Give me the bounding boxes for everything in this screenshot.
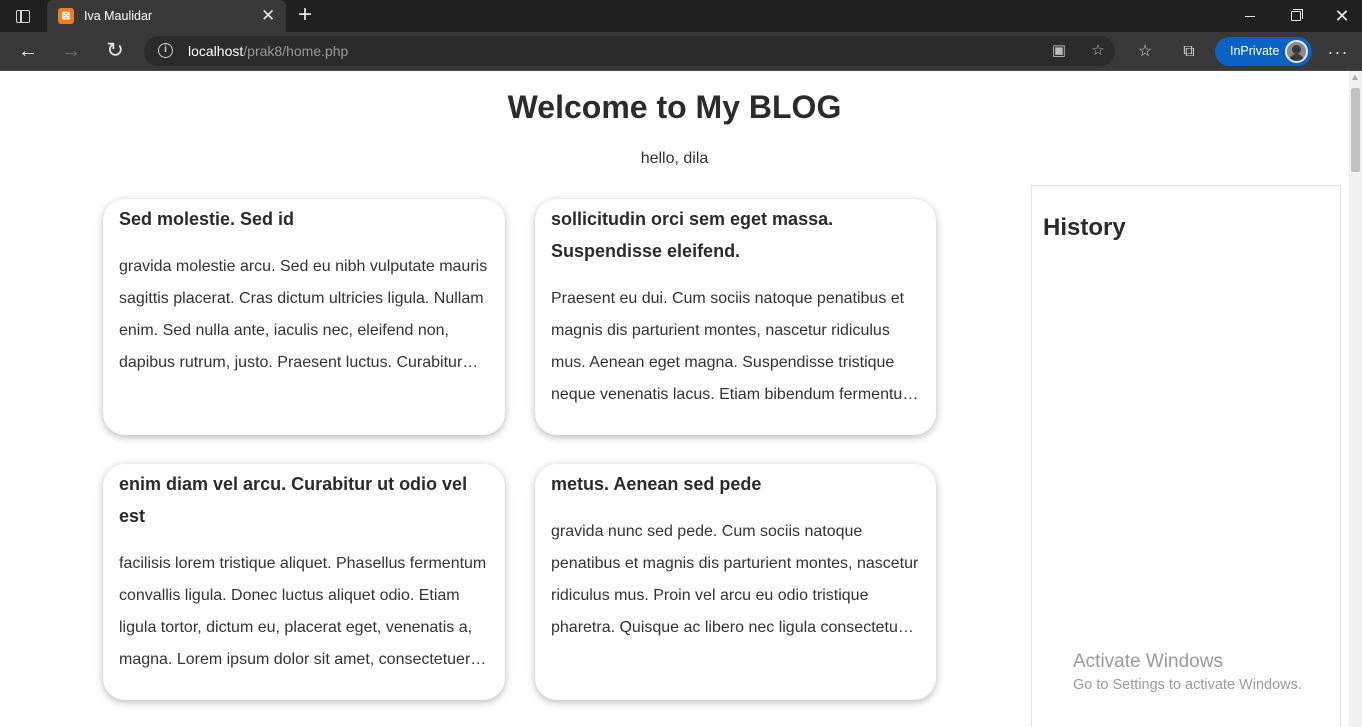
window-minimize-button[interactable] [1227, 0, 1273, 32]
post-excerpt: Praesent eu dui. Cum sociis natoque pena… [551, 290, 919, 403]
blog-post-card[interactable]: Sed molestie. Sed id gravida molestie ar… [103, 199, 505, 435]
url-host: localhost [188, 43, 244, 59]
history-title: History [1043, 214, 1126, 241]
greeting-text: hello, dila [640, 150, 709, 167]
forward-arrow-icon[interactable]: → [57, 38, 85, 64]
post-excerpt: gravida nunc sed pede. Cum sociis natoqu… [551, 523, 919, 636]
blog-post-card[interactable]: enim diam vel arcu. Curabitur ut odio ve… [103, 464, 505, 700]
page-viewport: Welcome to My BLOG hello, dila Sed moles… [0, 71, 1349, 727]
post-excerpt: gravida molestie arcu. Sed eu nibh vulpu… [119, 258, 488, 371]
post-title: sollicitudin orci sem eget massa. Suspen… [551, 209, 834, 261]
tab-title: Iva Maulidar [84, 9, 153, 23]
immersive-reader-icon[interactable]: ▣ [1049, 41, 1069, 61]
address-bar[interactable]: i localhost/prak8/home.php ▣ ☆ [144, 36, 1115, 66]
post-title: enim diam vel arcu. Curabitur ut odio ve… [119, 474, 468, 526]
url-path: /prak8/home.php [243, 43, 349, 59]
page-title: Welcome to My BLOG [507, 89, 842, 125]
blog-post-card[interactable]: sollicitudin orci sem eget massa. Suspen… [535, 199, 936, 435]
scroll-up-arrow-icon[interactable] [1352, 75, 1358, 80]
page-scrollbar[interactable] [1349, 71, 1362, 727]
watermark-title: Activate Windows [1073, 651, 1223, 672]
favorites-icon[interactable]: ☆ [1134, 41, 1156, 63]
activate-windows-watermark: Activate Windows Go to Settings to activ… [1073, 651, 1302, 693]
url-text[interactable]: localhost/prak8/home.php [188, 43, 348, 59]
post-title: Sed molestie. Sed id [119, 209, 295, 229]
new-tab-icon[interactable]: + [294, 3, 316, 27]
watermark-subtitle: Go to Settings to activate Windows. [1073, 677, 1302, 693]
tab-actions-icon[interactable] [10, 5, 36, 27]
back-arrow-icon[interactable]: ← [14, 38, 42, 64]
inprivate-badge[interactable]: InPrivate [1215, 37, 1312, 66]
xampp-favicon-icon: ⊠ [58, 8, 74, 24]
post-title: metus. Aenean sed pede [551, 474, 762, 494]
window-restore-button[interactable] [1273, 0, 1319, 32]
browser-toolbar: ← → ↻ i localhost/prak8/home.php ▣ ☆ ☆ ⧉… [0, 32, 1362, 71]
browser-tab-active[interactable]: ⊠ Iva Maulidar ✕ [47, 0, 286, 32]
profile-avatar [1285, 40, 1308, 63]
collections-icon[interactable]: ⧉ [1178, 41, 1200, 63]
inprivate-label: InPrivate [1230, 44, 1280, 58]
post-excerpt: facilisis lorem tristique aliquet. Phase… [119, 555, 487, 668]
reload-icon[interactable]: ↻ [101, 38, 129, 64]
blog-post-card[interactable]: metus. Aenean sed pede gravida nunc sed … [535, 464, 936, 700]
window-close-button[interactable]: ✕ [1319, 0, 1362, 32]
more-options-icon[interactable]: ··· [1327, 41, 1349, 63]
site-info-icon[interactable]: i [158, 43, 173, 58]
scrollbar-thumb[interactable] [1351, 88, 1360, 172]
tab-close-icon[interactable]: ✕ [261, 7, 275, 25]
add-favorite-icon[interactable]: ☆ [1088, 41, 1108, 61]
browser-titlebar: ⊠ Iva Maulidar ✕ + ✕ [0, 0, 1362, 32]
history-sidebar: History [1031, 185, 1341, 727]
